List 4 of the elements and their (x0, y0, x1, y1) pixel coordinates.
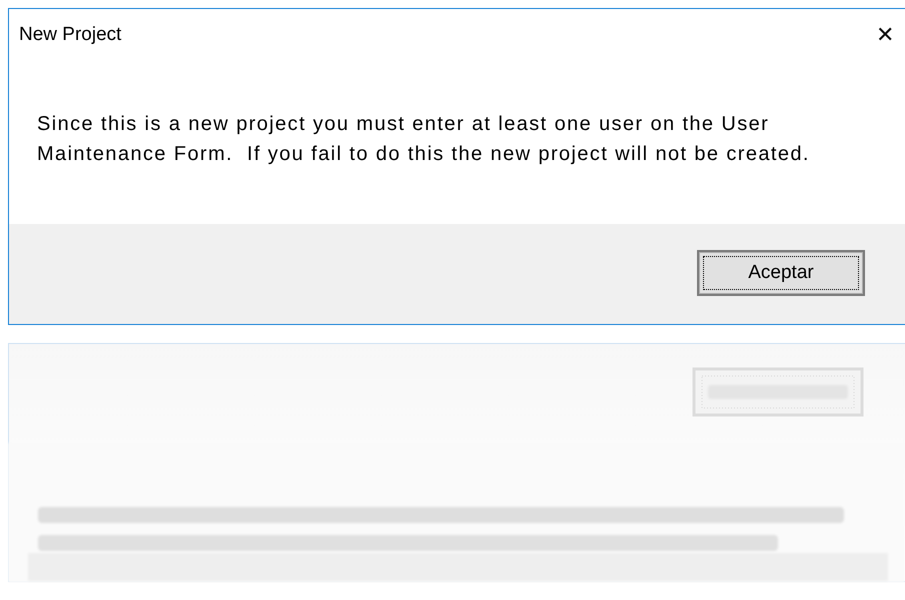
window-title: New Project (19, 24, 122, 46)
accept-button[interactable]: Aceptar (697, 250, 865, 296)
message-text: Since this is a new project you must enter at least one user on the User Maintenance Form. If you fail to do this the new project will not be created. (37, 112, 811, 167)
close-button[interactable]: ✕ (865, 22, 905, 48)
